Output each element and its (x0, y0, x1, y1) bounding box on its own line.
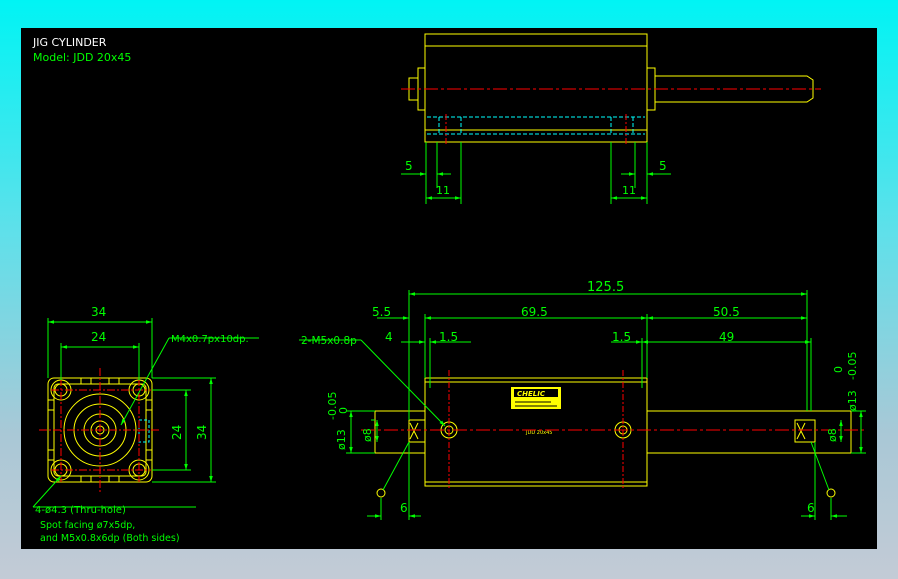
right-dia-8: ø8 (826, 428, 839, 442)
dim-50-5: 50.5 (713, 305, 740, 319)
top-dim-11-right: 11 (622, 184, 636, 197)
dim-4: 4 (385, 330, 393, 344)
top-body-outline (424, 33, 648, 143)
top-view: 5 5 11 11 (401, 33, 821, 204)
cad-drawing: JIG CYLINDER Model: JDD 20x45 5 5 11 11 … (32, 33, 866, 544)
dim-1-5-right: 1.5 (612, 330, 631, 344)
top-dim-5-left: 5 (405, 159, 413, 173)
body-marking: JDD 20x45 (525, 430, 552, 436)
dim-6-left: 6 (400, 501, 408, 515)
model-text: Model: JDD 20x45 (33, 51, 131, 64)
dim-5-5: 5.5 (372, 305, 391, 319)
top-hidden-lines (427, 116, 645, 135)
port-note: 2-M5x0.8p (301, 335, 357, 347)
spot-note-2: and M5x0.8x6dp (Both sides) (40, 533, 180, 544)
hole-note: 4-ø4.3 (Thru-hole) (35, 505, 126, 516)
thread-note: M4x0.7px10dp. (171, 334, 249, 345)
left-dia-8: ø8 (361, 428, 374, 442)
right-dia-13: ø13 (846, 390, 859, 411)
drawing-canvas: JIG CYLINDER Model: JDD 20x45 5 5 11 11 … (21, 28, 877, 549)
top-dim-11-left: 11 (436, 184, 450, 197)
left-tol-lower: -0.05 (326, 392, 339, 420)
side-view: CHELIC JDD 20x45 125.5 5.5 69.5 50.5 4 1… (299, 280, 866, 520)
dim-69-5: 69.5 (521, 305, 548, 319)
right-tol-upper: 0 (832, 366, 845, 373)
dim-125-5: 125.5 (587, 280, 624, 295)
end-dim-24-side: 24 (170, 425, 184, 440)
top-dim-5-right: 5 (659, 159, 667, 173)
end-dim-34-top: 34 (91, 305, 106, 319)
dim-49: 49 (719, 330, 734, 344)
right-tol-lower: -0.05 (846, 352, 859, 380)
end-dim-34-side: 34 (195, 425, 209, 440)
spot-note-1: Spot facing ø7x5dp, (40, 520, 135, 531)
end-dim-24-top: 24 (91, 330, 106, 344)
dim-1-5-left: 1.5 (439, 330, 458, 344)
title-text: JIG CYLINDER (32, 36, 107, 49)
brand-label-text: CHELIC (517, 390, 546, 398)
dim-6-right: 6 (807, 501, 815, 515)
end-view: 34 24 24 34 M4x0.7px10dp. 4-ø4.3 (Thru-h… (32, 305, 259, 544)
left-dia-13: ø13 (335, 429, 348, 450)
